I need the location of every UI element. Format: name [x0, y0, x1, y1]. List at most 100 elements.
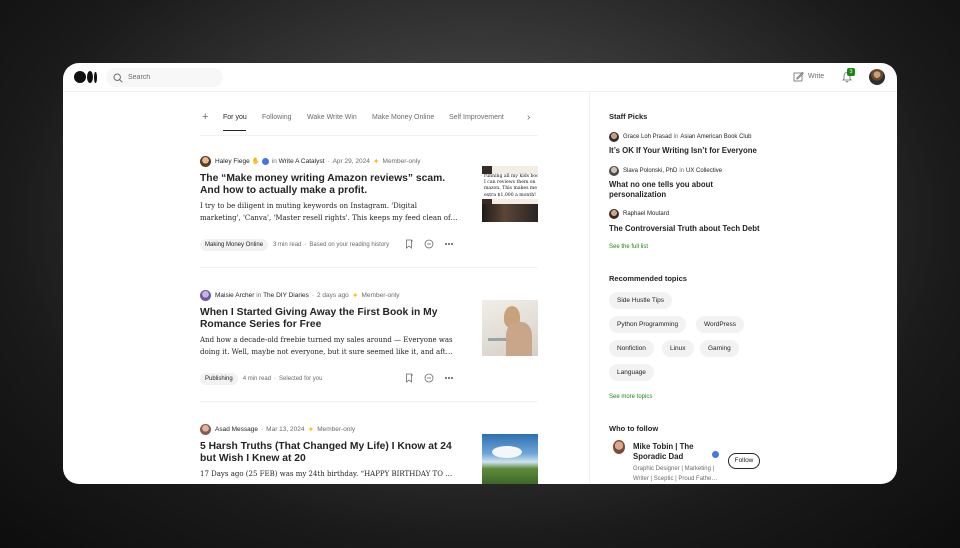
- tabs-next-chevron-icon[interactable]: ›: [527, 112, 530, 123]
- pick-title[interactable]: It’s OK If Your Writing Isn’t for Everyo…: [609, 146, 769, 156]
- recommendation-reason: Based on your reading history: [309, 242, 390, 248]
- separator-dot: ·: [261, 425, 264, 433]
- author-name[interactable]: Asad Message: [215, 426, 258, 433]
- pick-title[interactable]: What no one tells you about personalizat…: [609, 180, 769, 200]
- topic-pill[interactable]: Python Programming: [609, 316, 687, 333]
- article-card[interactable]: Asad Message · Mar 13, 2024 ✦ Member-onl…: [200, 423, 538, 484]
- author-avatar[interactable]: [200, 423, 211, 435]
- article-excerpt[interactable]: I try to be diligent in muting keywords …: [200, 200, 458, 224]
- topic-chip[interactable]: Publishing: [200, 373, 238, 385]
- article-card[interactable]: Haley Fiege ✋ in Write A Catalyst · Apr …: [200, 155, 538, 290]
- article-excerpt[interactable]: 17 Days ago (25 FEB) was my 24th birthda…: [200, 468, 458, 480]
- article-thumbnail[interactable]: running all my kids book I can reviews t…: [482, 166, 538, 222]
- topic-pill[interactable]: WordPress: [696, 316, 745, 333]
- article-footer: Publishing 4 min read · Selected for you: [200, 372, 454, 386]
- notification-count-badge: 3: [847, 68, 855, 76]
- topic-pill[interactable]: Language: [609, 364, 654, 381]
- topic-pill[interactable]: Nonfiction: [609, 340, 654, 357]
- topic-pill[interactable]: Gaming: [700, 340, 739, 357]
- in-label: in: [673, 134, 679, 140]
- medium-logo[interactable]: [74, 71, 97, 83]
- search-icon: [113, 72, 123, 83]
- member-only-label: Member-only: [361, 291, 400, 299]
- author-name[interactable]: Haley Fiege: [215, 158, 250, 165]
- logo-dot-small: [94, 71, 97, 83]
- pick-publication[interactable]: UX Collective: [686, 168, 722, 174]
- separator-dot: ·: [274, 376, 277, 382]
- member-only-label: Member-only: [382, 157, 421, 165]
- tab-following[interactable]: Following: [262, 114, 292, 121]
- excerpt-line-2: marketing', 'Canva', 'Master resell righ…: [200, 214, 458, 222]
- article-title[interactable]: 5 Harsh Truths (That Changed My Life) I …: [200, 441, 458, 465]
- pick-meta: Raphael Moutard: [609, 209, 669, 219]
- publication-name[interactable]: The DIY Diaries: [263, 292, 309, 299]
- hand-icon: ✋: [251, 158, 260, 165]
- more-options-icon[interactable]: [444, 239, 454, 249]
- article-date: Mar 13, 2024: [266, 425, 305, 433]
- pick-publication[interactable]: Asian American Book Club: [680, 134, 751, 140]
- pick-author[interactable]: Slava Polonski, PhD: [623, 168, 677, 174]
- article-meta: Asad Message · Mar 13, 2024 ✦ Member-onl…: [200, 423, 355, 435]
- tab-make-money-online[interactable]: Make Money Online: [372, 114, 434, 121]
- recommended-topics-heading: Recommended topics: [609, 274, 687, 283]
- pick-author[interactable]: Grace Loh Prasad: [623, 134, 672, 140]
- search-bar[interactable]: [106, 68, 223, 87]
- author-avatar[interactable]: [200, 155, 211, 167]
- article-divider: [200, 401, 538, 402]
- bookmark-icon[interactable]: [404, 373, 414, 383]
- article-meta: Maisie Archer in The DIY Diaries · 2 day…: [200, 289, 399, 301]
- write-button[interactable]: Write: [793, 71, 824, 82]
- article-excerpt[interactable]: And how a decade-old freebie turned my s…: [200, 334, 458, 358]
- article-thumbnail[interactable]: [482, 300, 538, 356]
- tab-for-you[interactable]: For you: [223, 114, 247, 121]
- topic-pill[interactable]: Linux: [662, 340, 694, 357]
- more-options-icon[interactable]: [444, 373, 454, 383]
- tab-self-improvement[interactable]: Self Improvement: [449, 114, 504, 121]
- feed-tabs: + For you Following Wake Write Win Make …: [200, 92, 538, 136]
- author-avatar[interactable]: [200, 289, 211, 301]
- publication-name[interactable]: Write A Catalyst: [279, 158, 325, 165]
- member-star-icon: ✦: [372, 156, 380, 166]
- excerpt-line-2: doing it. Well, maybe not everyone, but …: [200, 348, 453, 356]
- topic-chip[interactable]: Making Money Online: [200, 239, 269, 251]
- author-avatar[interactable]: [609, 209, 619, 219]
- article-title[interactable]: The “Make money writing Amazon reviews” …: [200, 173, 458, 197]
- sidebar-divider: [589, 92, 590, 484]
- see-more-topics-link[interactable]: See more topics: [609, 394, 652, 400]
- article-actions: [404, 239, 454, 249]
- follow-bio: Graphic Designer | Marketing | Writer | …: [633, 466, 718, 482]
- recommendation-reason: Selected for you: [279, 376, 323, 382]
- search-input[interactable]: [128, 74, 218, 81]
- see-full-list-link[interactable]: See the full list: [609, 244, 648, 250]
- pick-author[interactable]: Raphael Moutard: [623, 211, 669, 217]
- article-meta: Haley Fiege ✋ in Write A Catalyst · Apr …: [200, 155, 420, 167]
- follow-avatar[interactable]: [613, 440, 625, 454]
- in-label: in: [271, 157, 277, 165]
- excerpt-line-1: And how a decade-old freebie turned my s…: [200, 336, 453, 344]
- user-avatar[interactable]: [869, 69, 885, 85]
- show-less-icon[interactable]: [424, 239, 434, 249]
- bookmark-icon[interactable]: [404, 239, 414, 249]
- show-less-icon[interactable]: [424, 373, 434, 383]
- author-avatar[interactable]: [609, 166, 619, 176]
- excerpt-line-1: 17 Days ago (25 FEB) was my 24th birthda…: [200, 470, 458, 478]
- author-avatar[interactable]: [609, 132, 619, 142]
- verified-badge-icon: [712, 451, 719, 458]
- thumbnail-cloud: [492, 446, 522, 458]
- article-card[interactable]: Maisie Archer in The DIY Diaries · 2 day…: [200, 289, 538, 424]
- excerpt-line-1: I try to be diligent in muting keywords …: [200, 202, 417, 210]
- article-title[interactable]: When I Started Giving Away the First Boo…: [200, 307, 458, 331]
- write-icon: [793, 71, 804, 82]
- add-topic-icon[interactable]: +: [202, 112, 208, 123]
- member-star-icon: ✦: [351, 290, 359, 300]
- pick-title[interactable]: The Controversial Truth about Tech Debt: [609, 224, 769, 234]
- topic-pill[interactable]: Side Hustle Tips: [609, 292, 672, 309]
- article-thumbnail[interactable]: [482, 434, 538, 484]
- follow-name[interactable]: Mike Tobin | The Sporadic Dad: [633, 442, 715, 462]
- separator-dot: ·: [304, 242, 307, 248]
- follow-button[interactable]: Follow: [728, 453, 760, 469]
- tab-wake-write-win[interactable]: Wake Write Win: [307, 114, 357, 121]
- staff-picks-heading: Staff Picks: [609, 112, 648, 121]
- logo-dot-medium: [87, 71, 93, 83]
- author-name[interactable]: Maisie Archer: [215, 292, 254, 299]
